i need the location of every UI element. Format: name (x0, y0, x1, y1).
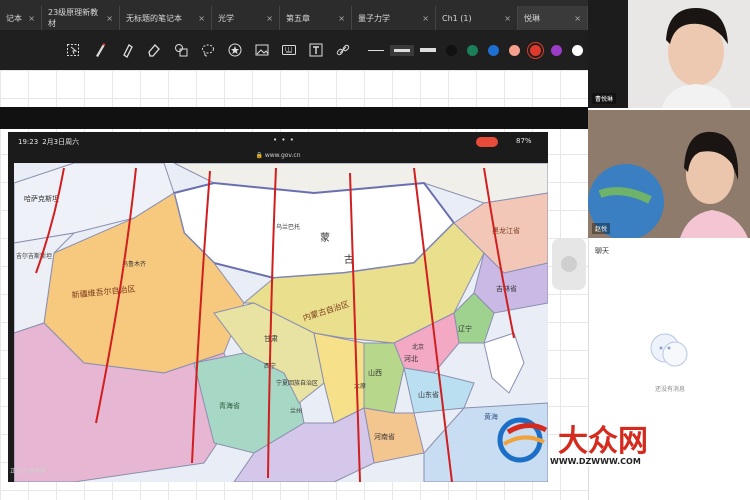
map-label: 北京 (412, 343, 424, 351)
close-icon[interactable]: × (422, 14, 429, 23)
battery-level: 87% (516, 137, 532, 145)
close-icon[interactable]: × (338, 14, 345, 23)
close-icon[interactable]: × (28, 14, 35, 23)
image-icon[interactable] (251, 39, 273, 61)
close-icon[interactable]: × (266, 14, 273, 23)
map-label: 蒙 (320, 231, 330, 244)
shape-icon[interactable] (170, 39, 192, 61)
tab-label: 量子力学 (358, 13, 390, 23)
tab-ch1[interactable]: Ch1 (1) × (436, 6, 518, 30)
select-icon[interactable] (62, 39, 84, 61)
tab-label: 23级原理新教材 (48, 8, 99, 28)
map-label: 吉林省 (496, 284, 517, 293)
map-label: 青海省 (219, 401, 240, 410)
close-icon[interactable]: × (574, 14, 581, 23)
map-label: 吉尔吉斯斯坦 (16, 252, 52, 260)
map-label: 山西 (368, 368, 382, 377)
screen-share-notice: 正在共享屏幕 (10, 468, 47, 475)
tab-bar: 记本 × 23级原理新教材 × 无标题的笔记本 × 光学 × 第五章 × 量子力学 × Ch… (0, 0, 588, 30)
thin-line-tool[interactable] (368, 49, 384, 51)
color-swatch-pink[interactable] (509, 44, 520, 56)
link-icon[interactable] (332, 39, 354, 61)
tab-quantum[interactable]: 量子力学 × (352, 6, 436, 30)
text-icon[interactable] (305, 39, 327, 61)
eraser-icon[interactable] (143, 39, 165, 61)
close-icon[interactable]: × (106, 14, 113, 23)
lasso-icon[interactable] (197, 39, 219, 61)
close-icon[interactable]: × (198, 14, 205, 23)
tab-label: 记本 (6, 13, 22, 23)
tab-label: 第五章 (286, 13, 310, 23)
color-swatch-green[interactable] (467, 44, 478, 56)
sticker-icon[interactable] (224, 39, 246, 61)
drawing-toolbar (0, 30, 625, 70)
map-label: 宁夏回族自治区 (276, 379, 318, 387)
tab-label: 悦琳 (524, 13, 540, 23)
url-text: www.gov.cn (264, 152, 301, 159)
highlighter-icon[interactable] (116, 39, 138, 61)
participant-name: 赵悦 (592, 223, 611, 234)
watermark-brand: 大众网 (558, 424, 648, 459)
participant-video: 曹悦琳 (588, 0, 750, 108)
medium-line-tool[interactable] (390, 44, 414, 56)
map-label: 辽宁 (458, 324, 472, 333)
color-swatch-purple[interactable] (551, 44, 562, 56)
tab-untitled[interactable]: 无标题的笔记本 × (120, 6, 212, 30)
toggle-knob-icon (561, 256, 577, 272)
tab-label: Ch1 (1) (442, 13, 472, 23)
color-swatch-red[interactable] (530, 44, 541, 56)
shared-screen: 19:23 2月3日周六 • • • 87% 🔒 www.gov.cn 蒙 古 … (8, 132, 548, 482)
map-label: 乌鲁木齐 (122, 260, 146, 268)
color-swatch-black[interactable] (446, 44, 457, 56)
participant-name: 曹悦琳 (592, 93, 617, 104)
map-label: 乌兰巴托 (276, 223, 300, 231)
sidebar-toggle-button[interactable] (552, 238, 586, 290)
tab-textbook[interactable]: 23级原理新教材 × (42, 6, 120, 30)
thick-line-tool[interactable] (420, 48, 436, 52)
color-swatch-white[interactable] (572, 44, 583, 56)
tab-label: 光学 (218, 13, 234, 23)
map-label: 河南省 (374, 432, 395, 441)
lock-icon: 🔒 (255, 152, 265, 159)
tab-notebook[interactable]: 记本 × (0, 6, 42, 30)
color-swatch-blue[interactable] (488, 44, 499, 56)
map-label: 哈萨克斯坦 (24, 194, 59, 203)
map-label: 河北 (404, 355, 418, 363)
tablet-status-bar: 19:23 2月3日周六 • • • 87% (8, 132, 548, 152)
status-date: 2月3日周六 (42, 138, 80, 146)
tab-yuelin[interactable]: 悦琳 × (518, 6, 588, 30)
china-map: 蒙 古 乌兰巴托 新疆维吾尔自治区 乌鲁木齐 哈萨克斯坦 吉尔吉斯斯坦 内蒙古自… (14, 163, 548, 482)
black-strip (0, 107, 588, 129)
participant-video-feed (588, 110, 750, 238)
tab-label: 无标题的笔记本 (126, 13, 182, 23)
close-icon[interactable]: × (504, 14, 511, 23)
status-time: 19:23 (18, 138, 39, 146)
chat-empty-icon (650, 333, 688, 367)
tab-chapter5[interactable]: 第五章 × (280, 6, 352, 30)
url-bar: 🔒 www.gov.cn (8, 152, 548, 163)
keyboard-icon[interactable] (278, 39, 300, 61)
participant-video-feed (588, 0, 750, 108)
participant-video: 赵悦 (588, 110, 750, 238)
map-label: 山东省 (418, 390, 439, 399)
tab-optics[interactable]: 光学 × (212, 6, 280, 30)
more-icon: • • • (273, 136, 295, 144)
map-label: 黑龙江省 (492, 226, 520, 235)
pen-icon[interactable] (89, 39, 111, 61)
record-indicator (476, 137, 498, 147)
map-label: 兰州 (290, 407, 302, 415)
watermark-url: WWW.DZWWW.COM (548, 457, 643, 466)
chat-empty-text: 还没有消息 (654, 386, 685, 393)
chat-title: 聊天 (595, 247, 609, 255)
